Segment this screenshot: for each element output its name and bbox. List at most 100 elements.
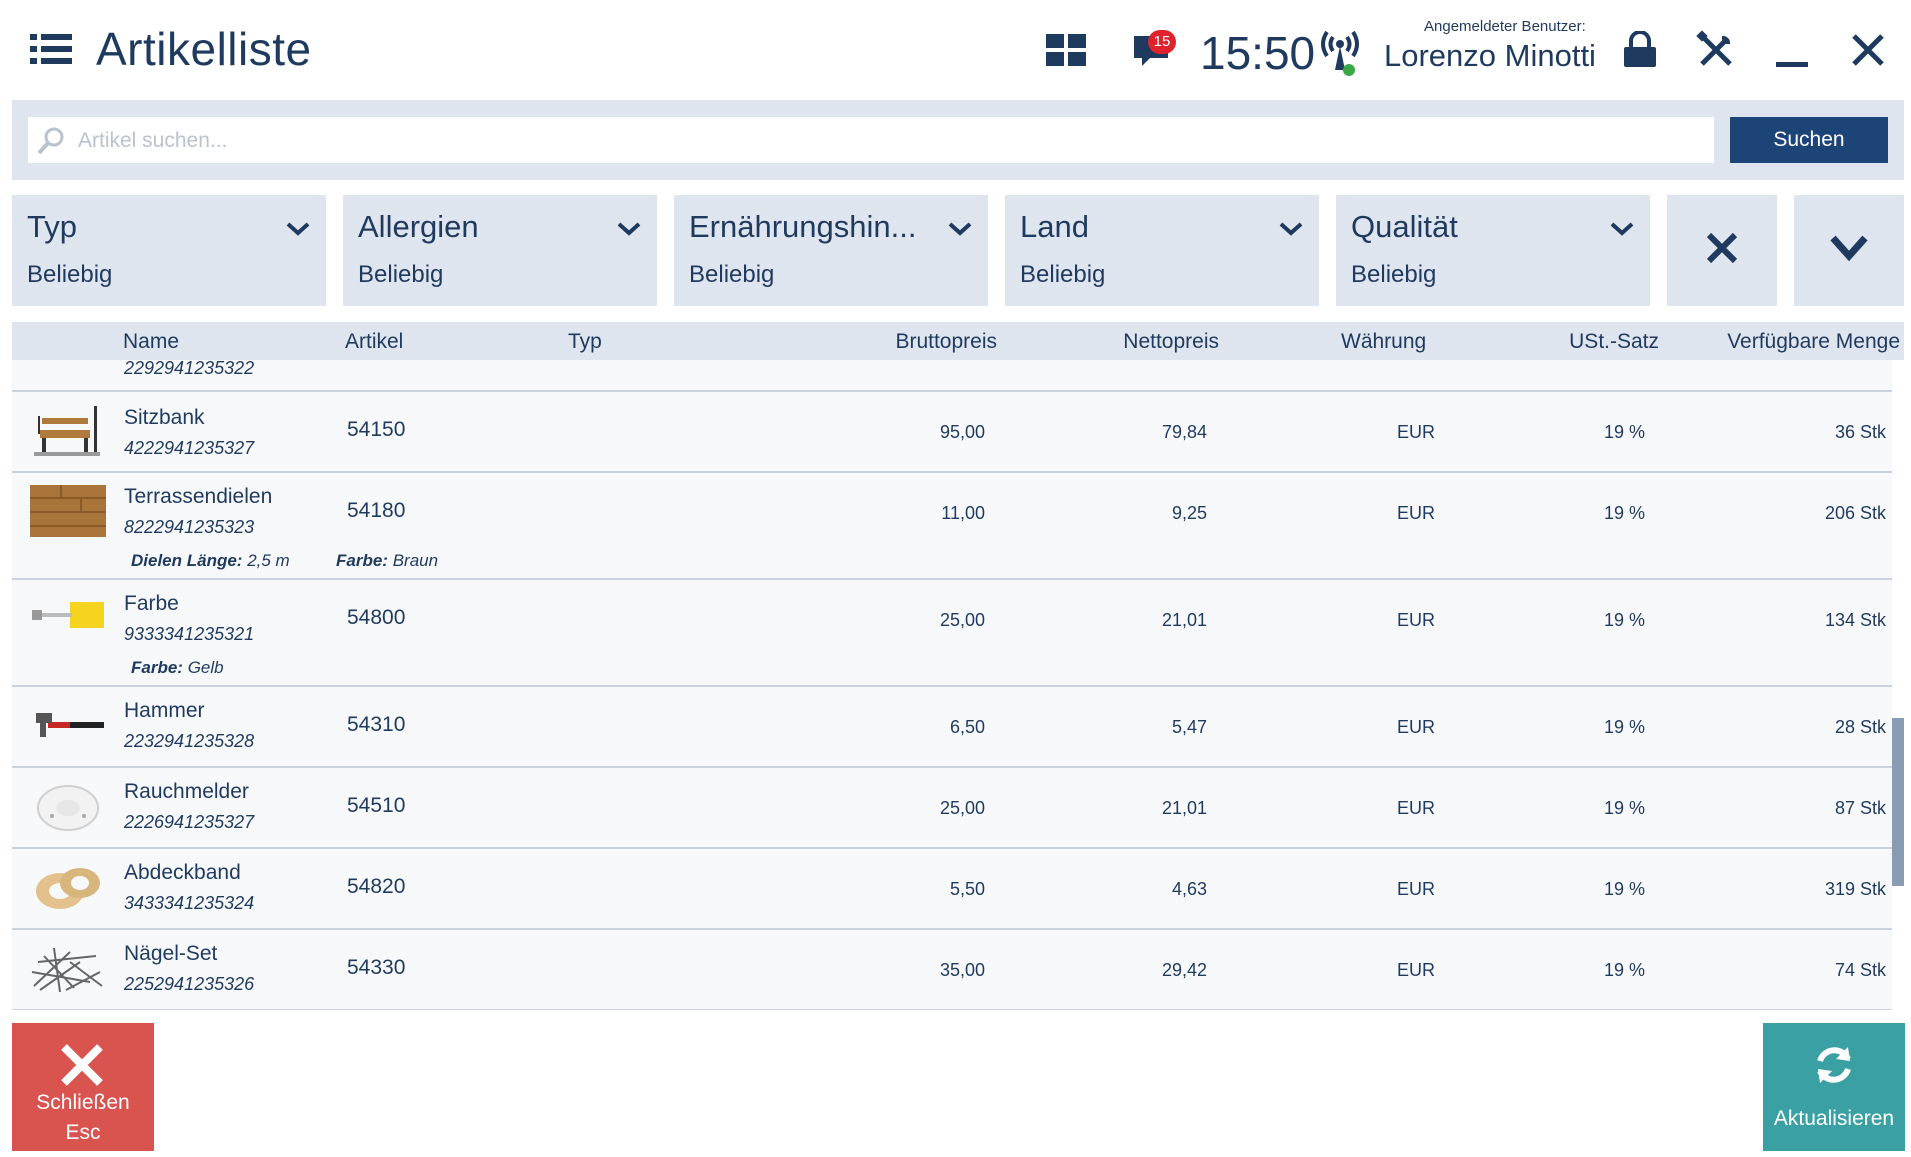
article-code: 2226941235327 [124,812,255,832]
table-scrollbar[interactable] [1892,360,1904,1010]
column-header-menge[interactable]: Verfügbare Menge [1727,330,1900,354]
gross-price: 25,00 [939,610,985,630]
gross-price: 95,00 [939,422,985,442]
chevron-down-icon [1279,221,1303,242]
currency: EUR [1397,503,1436,523]
vat-rate: 19 % [1603,610,1645,630]
net-price: 9,25 [1171,503,1207,523]
column-header-waehrung[interactable]: Währung [1341,330,1426,354]
article-code: 2232941235328 [124,731,255,751]
search-button[interactable]: Suchen [1730,117,1888,163]
table-row[interactable]: Sitzbank 4222941235327 54150 95,00 79,84… [12,392,1892,473]
available-quantity: 28 Stk [1834,717,1886,737]
expand-filters-button[interactable] [1794,195,1904,306]
vat-rate: 19 % [1603,879,1645,899]
search-input[interactable] [76,117,1700,165]
available-quantity: 134 Stk [1824,610,1886,630]
article-attribute: Dielen Länge: 2,5 m [131,551,290,571]
search-field[interactable] [28,117,1714,165]
vat-rate: 19 % [1603,717,1645,737]
table-row[interactable]: Hammer 2232941235328 54310 6,50 5,47 EUR… [12,687,1892,768]
currency: EUR [1397,717,1436,737]
grid-icon[interactable] [1044,28,1088,72]
table-row[interactable]: Farbe 9333341235321 54800 25,00 21,01 EU… [12,580,1892,687]
close-button[interactable]: Schließen Esc [12,1023,154,1151]
chevron-down-icon [948,221,972,242]
column-header-nettopreis[interactable]: Nettopreis [1123,330,1219,354]
article-code: 4222941235327 [124,438,255,458]
article-name: Nägel-Set [124,942,218,965]
net-price: 21,01 [1161,610,1207,630]
article-attribute: Farbe: Gelb [131,658,224,678]
article-name: Terrassendielen [124,485,273,508]
filter-typ[interactable]: Typ Beliebig [12,195,326,306]
minimize-icon[interactable] [1772,28,1812,72]
net-price: 21,01 [1161,798,1207,818]
refresh-icon [1812,1043,1856,1092]
clear-filters-button[interactable] [1667,195,1777,306]
user-name: Lorenzo Minotti [1384,38,1596,73]
filter-label: Ernährungshin... [689,209,917,244]
page-title: Artikelliste [96,23,312,75]
article-name: Sitzbank [124,406,205,429]
article-table: 2292941235322 Sitzbank 4222941235327 541… [12,360,1892,1010]
filter-label: Qualität [1351,209,1458,244]
product-image-hammer [30,699,106,755]
article-code: 2252941235326 [124,974,255,994]
currency: EUR [1397,960,1436,980]
column-header-ust[interactable]: USt.-Satz [1569,330,1659,354]
column-header-name[interactable]: Name [123,330,179,354]
article-name: Hammer [124,699,205,722]
gross-price: 6,50 [949,717,985,737]
net-price: 79,84 [1161,422,1207,442]
close-button-shortcut: Esc [65,1121,101,1144]
product-image-smoke-detector [30,778,106,834]
filter-ernaehrung[interactable]: Ernährungshin... Beliebig [674,195,988,306]
close-icon[interactable] [1848,28,1888,72]
net-price: 5,47 [1171,717,1207,737]
column-header-bruttopreis[interactable]: Bruttopreis [895,330,997,354]
article-number: 54180 [347,499,406,522]
vat-rate: 19 % [1603,960,1645,980]
filter-qualitaet[interactable]: Qualität Beliebig [1336,195,1650,306]
scrollbar-thumb[interactable] [1892,718,1904,886]
article-number: 54800 [347,606,406,629]
table-row[interactable]: Abdeckband 3433341235324 54820 5,50 4,63… [12,849,1892,930]
vat-rate: 19 % [1603,422,1645,442]
filter-allergien[interactable]: Allergien Beliebig [343,195,657,306]
article-code: 8222941235323 [124,517,255,537]
table-header: Name Artikel Typ Bruttopreis Nettopreis … [12,322,1904,360]
table-row[interactable]: 2292941235322 [12,360,1892,392]
vat-rate: 19 % [1603,798,1645,818]
net-price: 4,63 [1171,879,1207,899]
close-button-label: Schließen [36,1091,130,1114]
tools-icon[interactable] [1694,28,1738,72]
column-header-artikel[interactable]: Artikel [345,330,403,354]
currency: EUR [1397,798,1436,818]
table-row[interactable]: Terrassendielen 8222941235323 54180 11,0… [12,473,1892,580]
product-image-tape [30,859,106,915]
filter-land[interactable]: Land Beliebig [1005,195,1319,306]
available-quantity: 87 Stk [1834,798,1886,818]
attribute-key: Farbe: [336,551,388,570]
product-image-paint-roller [30,594,106,650]
filter-value: Beliebig [27,261,113,288]
article-number: 54310 [347,713,406,736]
column-header-typ[interactable]: Typ [568,330,602,354]
article-number: 54820 [347,875,406,898]
lock-icon[interactable] [1620,28,1660,72]
chevron-down-icon [286,221,310,242]
article-code: 3433341235324 [124,893,255,913]
notification-badge: 15 [1148,30,1176,54]
refresh-button[interactable]: Aktualisieren [1763,1023,1905,1151]
product-image-bench [30,402,106,458]
table-row[interactable]: Rauchmelder 2226941235327 54510 25,00 21… [12,768,1892,849]
filter-value: Beliebig [358,261,444,288]
article-number: 54330 [347,956,406,979]
table-row[interactable]: Nägel-Set 2252941235326 54330 35,00 29,4… [12,930,1892,1010]
chevron-down-icon [1830,234,1868,267]
article-name: Abdeckband [124,861,241,884]
signal-icon[interactable] [1318,26,1362,76]
product-image-planks [30,485,106,541]
menu-icon[interactable] [30,32,74,68]
